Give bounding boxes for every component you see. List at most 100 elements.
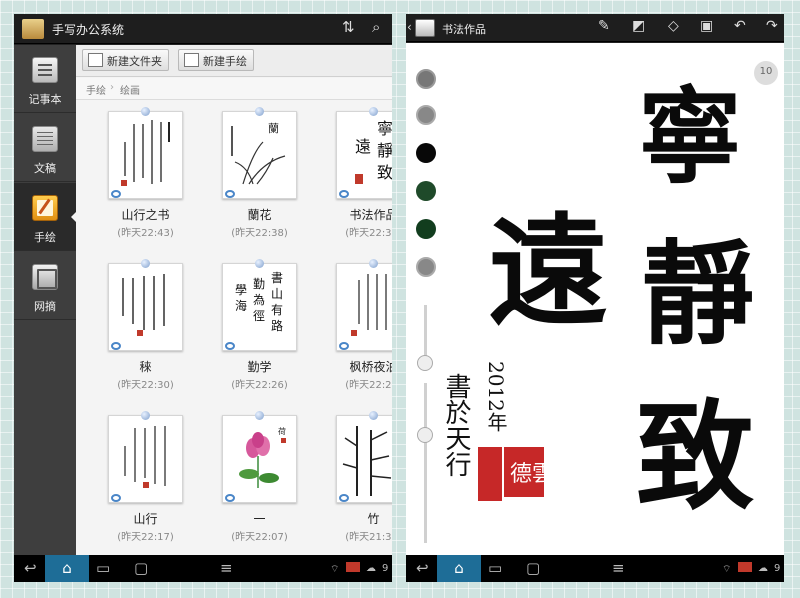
screenshot-icon[interactable]: ▢ (526, 559, 540, 577)
svg-text:山: 山 (271, 287, 283, 301)
drawing-card[interactable]: 山行之书 (昨天22:43) (108, 107, 218, 252)
svg-text:徑: 徑 (253, 309, 265, 323)
breadcrumb: 手绘 › 绘画 (76, 78, 392, 100)
back-icon[interactable]: ↩ (24, 559, 37, 577)
drawing-card[interactable]: 蘭 蘭花 (昨天22:38) (222, 107, 332, 252)
cloud-sync-icon (339, 342, 349, 350)
sidebar-item-label: 文稿 (34, 162, 56, 175)
card-title: 山行 (133, 512, 158, 526)
toolbar: 新建文件夹 新建手绘 (76, 45, 392, 77)
sidebar-item-notepad[interactable]: 记事本 (14, 45, 76, 113)
pin-icon (141, 411, 150, 420)
title-bar: 手写办公系统 ⇅ ⌕ (14, 14, 392, 44)
pin-icon (255, 411, 264, 420)
ink-drop-icon[interactable]: ◇ (668, 18, 679, 34)
signature-text: 書於天行 (441, 373, 471, 477)
search-icon[interactable]: ⌕ (372, 18, 380, 36)
svg-text:海: 海 (235, 298, 247, 313)
drawing-card[interactable]: 寧靜致 遠 书法作品 (昨天22:35) (336, 107, 392, 252)
system-nav-bar: ↩ ⌂ ▭ ▢ ≡ ⌔ ☁ 9 (406, 555, 784, 582)
card-timestamp: (昨天22:43) (117, 228, 174, 239)
drawing-card[interactable]: 荷 一 (昨天22:07) (222, 411, 332, 555)
pin-icon (369, 259, 378, 268)
document-title: 书法作品 (442, 23, 486, 36)
flower-painting-thumbnail: 荷 (239, 426, 286, 488)
drawing-card[interactable]: 䅘 (昨天22:30) (108, 259, 218, 404)
drawing-canvas[interactable]: 10 寧 靜 致 遠 書於天行 2012年 德雲 (406, 43, 784, 556)
cloud-icon: ☁ (758, 563, 768, 574)
card-timestamp: (昨天22:24) (345, 380, 392, 391)
calligraphy-thumbnail-image: 寧靜致 遠 (355, 119, 392, 184)
redo-icon[interactable]: ↷ (766, 18, 778, 34)
brush-tool-icon[interactable]: ✎ (598, 18, 610, 34)
back-icon[interactable]: ↩ (416, 559, 429, 577)
undo-icon[interactable]: ↶ (734, 18, 746, 34)
drawing-thumbnail (108, 111, 183, 199)
drawing-card[interactable]: 枫桥夜泊 (昨天22:24) (336, 259, 392, 404)
drawing-thumbnail (108, 263, 183, 351)
drawing-thumbnail (108, 415, 183, 503)
sidebar-item-documents[interactable]: 文稿 (14, 114, 76, 182)
drawing-thumbnail (336, 263, 392, 351)
sort-icon[interactable]: ⇅ (342, 18, 355, 36)
cloud-sync-icon (225, 190, 235, 198)
svg-text:荷: 荷 (278, 426, 286, 436)
status-time: 9 (382, 563, 389, 574)
home-icon[interactable]: ⌂ (437, 555, 481, 582)
card-title: 一 (253, 512, 266, 526)
cloud-sync-icon (111, 190, 121, 198)
left-screen: 手写办公系统 ⇅ ⌕ 记事本 文稿 手绘 网摘 新建文件夹 新建手绘 手绘 › … (14, 14, 392, 582)
recent-apps-icon[interactable]: ▭ (96, 559, 110, 577)
calligraphy-char: 致 (636, 387, 754, 526)
date-text: 2012年 (484, 361, 508, 432)
drawing-card[interactable]: 竹 竹 (昨天21:39) (336, 411, 392, 555)
eraser-tool-icon[interactable]: ◩ (632, 18, 645, 34)
app-logo-icon (415, 19, 435, 37)
svg-text:路: 路 (271, 318, 283, 333)
new-drawing-button[interactable]: 新建手绘 (178, 49, 254, 71)
sidebar-item-handwriting[interactable]: 手绘 (14, 183, 77, 251)
drawing-card[interactable]: 山行 (昨天22:17) (108, 411, 218, 555)
notification-icon (738, 562, 752, 572)
calligraphy-artwork: 寧 靜 致 遠 書於天行 2012年 德雲 (441, 75, 754, 526)
pin-icon (141, 259, 150, 268)
cloud-sync-icon (225, 342, 235, 350)
svg-text:寧: 寧 (377, 119, 392, 138)
calligraphy-char: 遠 (488, 201, 608, 342)
cloud-sync-icon (339, 190, 349, 198)
card-timestamp: (昨天22:38) (231, 228, 288, 239)
folder-icon (88, 53, 103, 67)
breadcrumb-item[interactable]: 手绘 (86, 82, 106, 97)
right-screen: ‹ 书法作品 ✎ ◩ ◇ ▣ ↶ ↷ 10 寧 靜 致 遠 書於天行 2012年… (406, 14, 784, 582)
cloud-sync-icon (111, 494, 121, 502)
svg-text:有: 有 (271, 303, 283, 317)
screenshot-icon[interactable]: ▢ (134, 559, 148, 577)
sidebar-item-web-clips[interactable]: 网摘 (14, 252, 76, 320)
sidebar: 记事本 文稿 手绘 网摘 (14, 45, 77, 555)
cloud-sync-icon (225, 494, 235, 502)
bamboo-painting-thumbnail: 竹 (342, 426, 392, 496)
sidebar-item-label: 记事本 (28, 93, 62, 106)
breadcrumb-item[interactable]: 绘画 (120, 82, 140, 97)
card-title: 勤学 (247, 360, 272, 374)
drawing-thumbnail: 書山有路 勤為徑 學海 (222, 263, 297, 351)
menu-icon[interactable]: ≡ (220, 559, 233, 577)
wifi-icon: ⌔ (722, 564, 732, 575)
thumbnail-grid: 山行之书 (昨天22:43) 蘭 蘭花 (昨天22:38) 寧 靜 致 遠 书法… (76, 107, 392, 555)
new-folder-button[interactable]: 新建文件夹 (82, 49, 169, 71)
svg-text:靜: 靜 (377, 141, 392, 160)
pin-icon (255, 107, 264, 116)
calligraphy-thumbnail-image (351, 274, 387, 336)
card-timestamp: (昨天22:30) (117, 380, 174, 391)
menu-icon[interactable]: ≡ (612, 559, 625, 577)
recent-apps-icon[interactable]: ▭ (488, 559, 502, 577)
back-chevron-icon[interactable]: ‹ (407, 20, 412, 34)
calligraphy-thumbnail-image: 書山有路 勤為徑 學海 (235, 271, 283, 333)
image-icon[interactable]: ▣ (700, 18, 713, 34)
calligraphy-char: 靜 (642, 229, 754, 360)
home-icon[interactable]: ⌂ (45, 555, 89, 582)
calligraphy-thumbnail-image (121, 120, 170, 186)
sidebar-item-label: 手绘 (34, 231, 56, 244)
drawing-card[interactable]: 書山有路 勤為徑 學海 勤学 (昨天22:26) (222, 259, 332, 404)
wifi-icon: ⌔ (330, 564, 340, 575)
